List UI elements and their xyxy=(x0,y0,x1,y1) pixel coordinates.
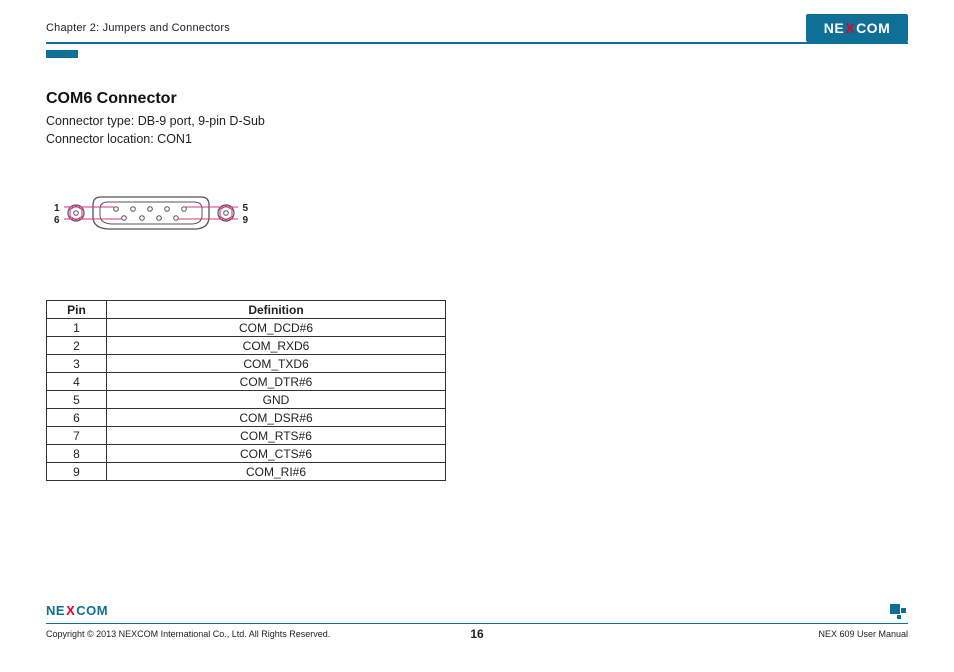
cell-pin: 7 xyxy=(47,427,107,445)
cell-pin: 6 xyxy=(47,409,107,427)
table-row: 1COM_DCD#6 xyxy=(47,319,446,337)
cell-definition: GND xyxy=(107,391,446,409)
table-row: 5GND xyxy=(47,391,446,409)
brand-logo-bottom: NEXCOM xyxy=(46,603,108,618)
table-row: 9COM_RI#6 xyxy=(47,463,446,481)
cell-definition: COM_RI#6 xyxy=(107,463,446,481)
table-row: 3COM_TXD6 xyxy=(47,355,446,373)
table-header-pin: Pin xyxy=(47,301,107,319)
header-rule xyxy=(46,42,908,44)
page-corner-icon xyxy=(890,604,908,618)
cell-pin: 3 xyxy=(47,355,107,373)
document-title: NEX 609 User Manual xyxy=(818,629,908,639)
connector-diagram: 1 6 5 9 xyxy=(46,185,256,245)
cell-pin: 8 xyxy=(47,445,107,463)
pin-label-9: 9 xyxy=(242,215,248,226)
brand-logo-top: NEXCOM xyxy=(806,14,908,42)
table-row: 7COM_RTS#6 xyxy=(47,427,446,445)
pin-label-1: 1 xyxy=(54,203,60,214)
pin-label-6: 6 xyxy=(54,215,60,226)
table-row: 2COM_RXD6 xyxy=(47,337,446,355)
cell-definition: COM_TXD6 xyxy=(107,355,446,373)
cell-definition: COM_RTS#6 xyxy=(107,427,446,445)
connector-location: Connector location: CON1 xyxy=(46,130,466,148)
table-row: 4COM_DTR#6 xyxy=(47,373,446,391)
header-stub xyxy=(46,50,78,58)
table-row: 6COM_DSR#6 xyxy=(47,409,446,427)
cell-definition: COM_DTR#6 xyxy=(107,373,446,391)
pin-definition-table: Pin Definition 1COM_DCD#62COM_RXD63COM_T… xyxy=(46,300,446,481)
cell-pin: 2 xyxy=(47,337,107,355)
cell-definition: COM_DSR#6 xyxy=(107,409,446,427)
table-header-definition: Definition xyxy=(107,301,446,319)
connector-type: Connector type: DB-9 port, 9-pin D-Sub xyxy=(46,112,466,130)
cell-definition: COM_DCD#6 xyxy=(107,319,446,337)
cell-pin: 5 xyxy=(47,391,107,409)
section-title: COM6 Connector xyxy=(46,90,466,108)
footer-rule xyxy=(46,623,908,624)
db9-connector-icon xyxy=(46,185,256,245)
page-number: 16 xyxy=(0,627,954,641)
pin-label-5: 5 xyxy=(242,203,248,214)
table-row: 8COM_CTS#6 xyxy=(47,445,446,463)
cell-pin: 9 xyxy=(47,463,107,481)
cell-pin: 1 xyxy=(47,319,107,337)
cell-definition: COM_CTS#6 xyxy=(107,445,446,463)
cell-pin: 4 xyxy=(47,373,107,391)
cell-definition: COM_RXD6 xyxy=(107,337,446,355)
chapter-title: Chapter 2: Jumpers and Connectors xyxy=(46,22,908,34)
